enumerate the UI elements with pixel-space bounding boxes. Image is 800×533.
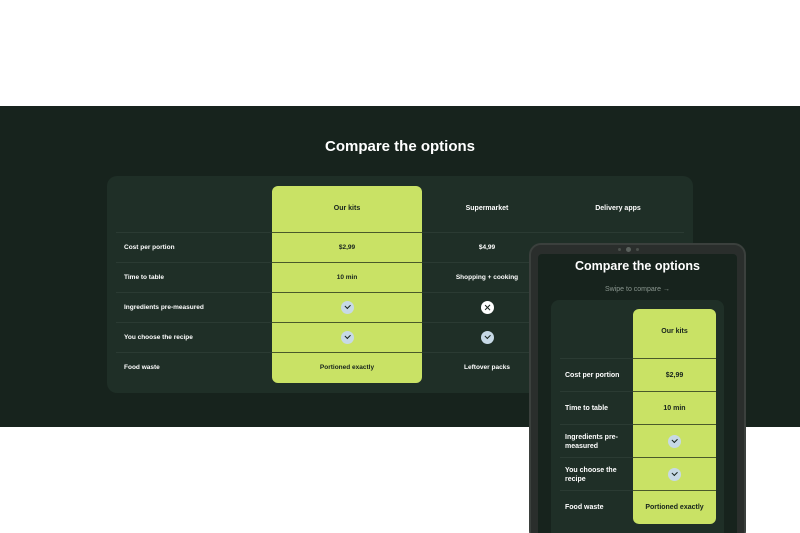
x-icon — [480, 300, 494, 314]
tablet-sensor — [618, 248, 621, 251]
table-row: Food waste Portioned exactly — [560, 490, 716, 523]
cell-our-kits: $2,99 — [338, 244, 356, 251]
divider — [633, 457, 716, 458]
divider — [633, 391, 716, 392]
check-icon — [668, 468, 681, 481]
row-label: Ingredients pre-measured — [124, 304, 204, 311]
row-label: Time to table — [565, 405, 609, 412]
cell-our-kits: 10 min — [336, 274, 358, 281]
tablet-sensor — [636, 248, 639, 251]
table-row: You choose the recipe — [560, 457, 716, 490]
table-row: Cost per portion $2,99 — [560, 358, 716, 391]
row-label: Time to table — [124, 274, 164, 281]
cell-our-kits — [272, 293, 422, 323]
row-label: Food waste — [565, 504, 604, 511]
cell-our-kits: 10 min — [663, 405, 686, 412]
check-icon — [340, 330, 354, 344]
cell-our-kits: Portioned exactly — [319, 364, 375, 371]
column-header-our-kits: Our kits — [333, 205, 361, 212]
row-label: Cost per portion — [565, 372, 620, 379]
divider — [633, 424, 716, 425]
cell-our-kits — [633, 425, 716, 458]
row-label: Ingredients pre-measured — [565, 433, 618, 450]
divider — [272, 262, 422, 263]
divider — [633, 490, 716, 491]
row-label: Food waste — [124, 364, 160, 371]
check-icon — [340, 300, 354, 314]
row-label: You choose the recipe — [124, 334, 193, 341]
row-label: You choose the recipe — [565, 466, 617, 483]
section-title: Compare the options — [324, 138, 475, 155]
swipe-hint[interactable]: Swipe to compare → — [538, 286, 737, 293]
divider — [272, 352, 422, 353]
check-icon — [480, 330, 494, 344]
tablet-section-title: Compare the options — [574, 259, 700, 273]
cell-our-kits: Portioned exactly — [645, 504, 704, 511]
cell-our-kits — [272, 323, 422, 353]
cell-our-kits — [633, 458, 716, 491]
column-header-delivery-apps: Delivery apps — [595, 205, 641, 212]
row-label: Cost per portion — [124, 244, 175, 251]
divider — [272, 322, 422, 323]
tablet-camera-icon — [626, 247, 631, 252]
column-header-supermarket: Supermarket — [465, 205, 509, 212]
divider — [272, 292, 422, 293]
table-row: Ingredients pre-measured — [560, 424, 716, 457]
tablet-column-header-our-kits: Our kits — [661, 328, 688, 335]
table-row: Time to table 10 min — [560, 391, 716, 424]
divider — [633, 358, 716, 359]
cell-our-kits: $2,99 — [665, 372, 684, 379]
check-icon — [668, 435, 681, 448]
divider — [272, 232, 422, 233]
